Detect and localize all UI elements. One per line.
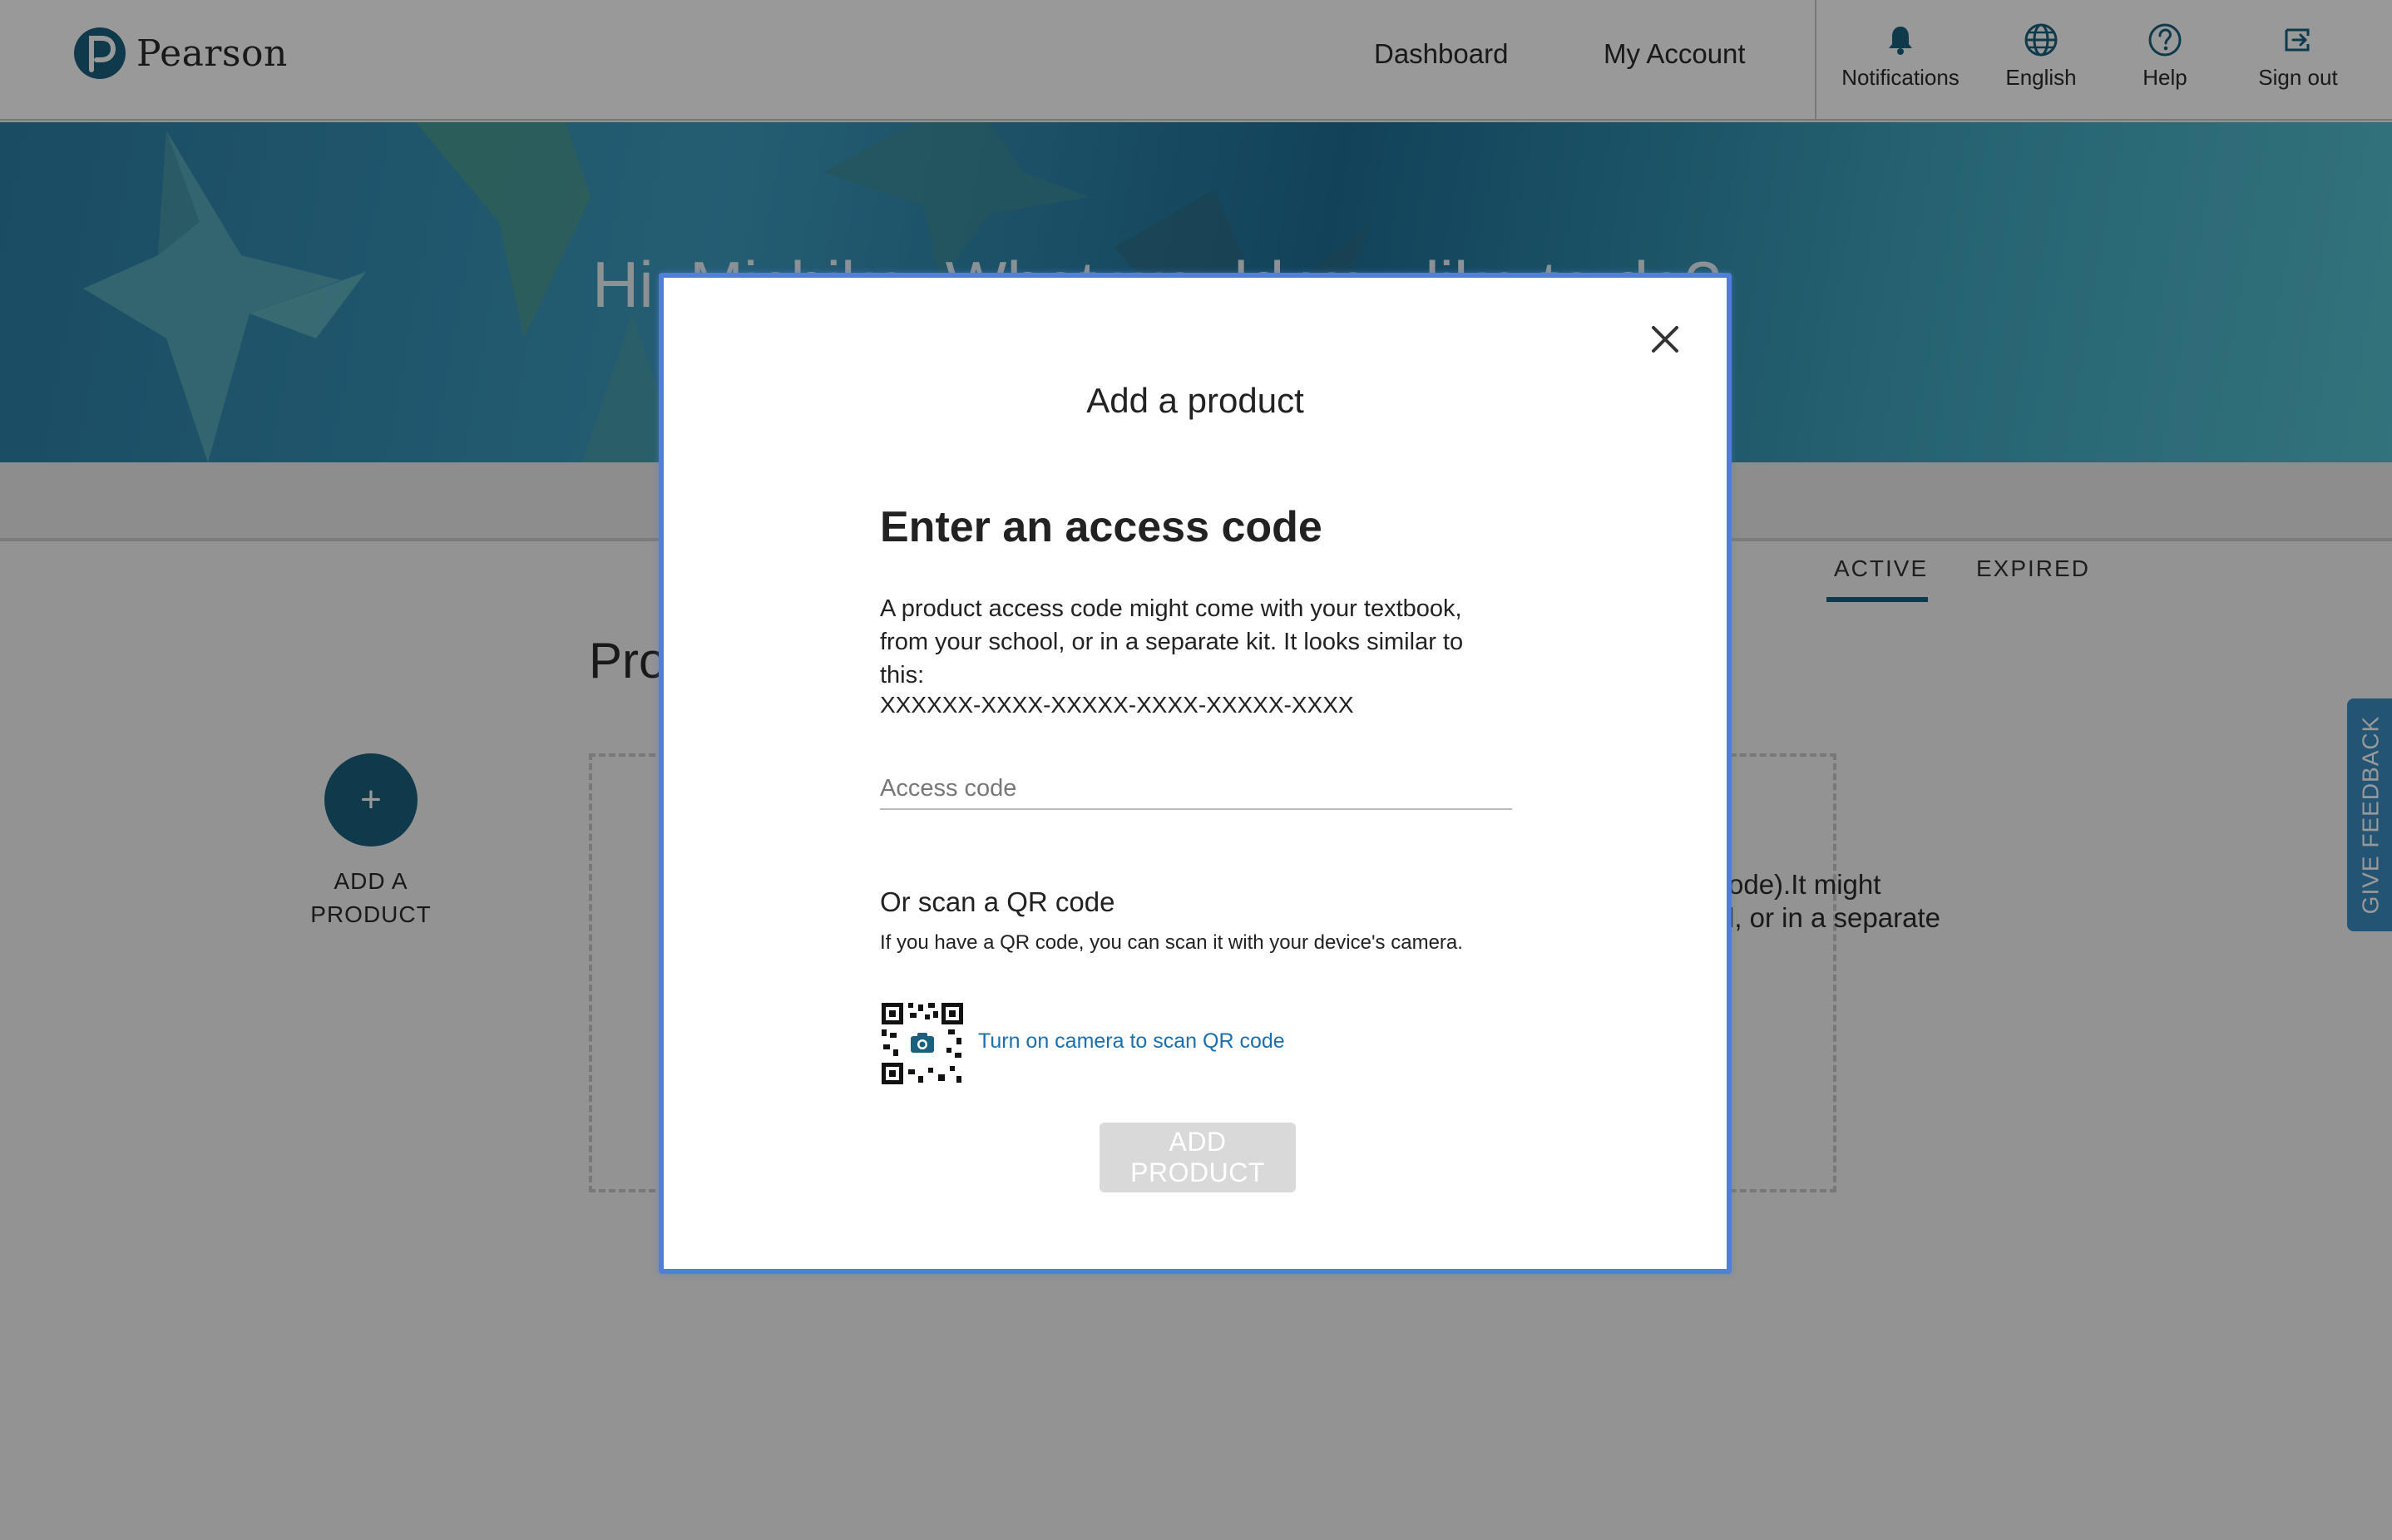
access-code-input[interactable]: [880, 768, 1512, 810]
close-icon[interactable]: [1645, 319, 1685, 359]
add-product-submit-button[interactable]: ADD PRODUCT: [1100, 1123, 1296, 1192]
turn-on-camera-link[interactable]: Turn on camera to scan QR code: [978, 1029, 1285, 1054]
add-product-dialog: Add a product Enter an access code A pro…: [659, 273, 1732, 1274]
access-code-heading: Enter an access code: [880, 503, 1322, 551]
qr-description: If you have a QR code, you can scan it w…: [880, 931, 1463, 954]
dialog-title: Add a product: [1086, 381, 1304, 420]
access-code-example: XXXXXX-XXXX-XXXXX-XXXX-XXXXX-XXXX: [880, 692, 1354, 718]
qr-code-icon[interactable]: [880, 1001, 965, 1086]
access-code-description: A product access code might come with yo…: [880, 595, 1464, 689]
qr-heading: Or scan a QR code: [880, 886, 1115, 917]
